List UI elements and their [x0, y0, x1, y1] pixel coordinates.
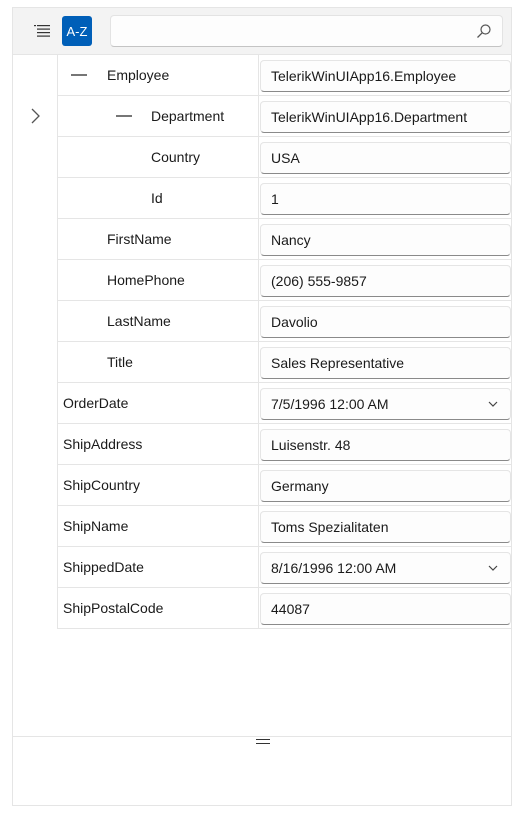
alphabetical-sort-button[interactable]: A-Z [62, 16, 92, 46]
property-name: LastName [107, 313, 171, 329]
property-value-field[interactable]: USA [260, 142, 511, 174]
column-divider [258, 96, 259, 136]
property-value: TelerikWinUIApp16.Department [271, 109, 468, 125]
property-row[interactable]: Title Sales Representative [57, 342, 511, 383]
property-value-field[interactable]: Sales Representative [260, 347, 511, 379]
column-divider [258, 219, 259, 259]
categorized-list-icon [34, 25, 50, 37]
property-value: Nancy [271, 232, 311, 248]
property-row[interactable]: FirstName Nancy [57, 219, 511, 260]
column-divider [258, 465, 259, 505]
property-name: OrderDate [63, 395, 129, 411]
search-input[interactable] [111, 16, 461, 46]
column-divider [258, 342, 259, 382]
column-divider [258, 178, 259, 218]
property-name: Id [151, 190, 163, 206]
chevron-down-icon[interactable] [488, 563, 498, 573]
property-value-field[interactable]: Nancy [260, 224, 511, 256]
property-name: ShipName [63, 518, 129, 534]
column-divider [258, 424, 259, 464]
property-name: ShipCountry [63, 477, 141, 493]
chevron-right-icon[interactable] [29, 107, 41, 125]
property-row[interactable]: ShipCountry Germany [57, 465, 511, 506]
property-rows: Employee TelerikWinUIApp16.Employee Depart… [57, 55, 511, 629]
property-name: ShipAddress [63, 436, 143, 452]
property-value-field[interactable]: TelerikWinUIApp16.Department [260, 101, 511, 133]
description-panel [13, 737, 511, 805]
property-value-field[interactable]: (206) 555-9857 [260, 265, 511, 297]
property-name: FirstName [107, 231, 172, 247]
column-divider [258, 301, 259, 341]
search-icon[interactable] [476, 23, 492, 39]
property-name: Country [151, 149, 201, 165]
collapse-icon[interactable] [71, 74, 87, 76]
property-value-field[interactable]: Toms Spezialitaten [260, 511, 511, 543]
property-value: 8/16/1996 12:00 AM [271, 560, 397, 576]
property-value: Toms Spezialitaten [271, 519, 389, 535]
property-value: 44087 [271, 601, 310, 617]
property-value: 7/5/1996 12:00 AM [271, 396, 389, 412]
property-name: HomePhone [107, 272, 185, 288]
column-divider [258, 383, 259, 423]
property-row[interactable]: OrderDate 7/5/1996 12:00 AM [57, 383, 511, 424]
column-divider [258, 547, 259, 587]
property-row[interactable]: ShipPostalCode 44087 [57, 588, 511, 629]
property-value: Davolio [271, 314, 318, 330]
property-row[interactable]: Department TelerikWinUIApp16.Department [57, 96, 511, 137]
collapse-icon[interactable] [116, 115, 132, 117]
column-divider [258, 137, 259, 177]
property-name: Employee [107, 67, 170, 83]
property-name: ShippedDate [63, 559, 144, 575]
property-value: Luisenstr. 48 [271, 437, 351, 453]
property-value: Sales Representative [271, 355, 405, 371]
property-row[interactable]: LastName Davolio [57, 301, 511, 342]
categorize-button[interactable] [27, 16, 57, 46]
property-value: USA [271, 150, 300, 166]
property-value-field[interactable]: TelerikWinUIApp16.Employee [260, 60, 511, 92]
property-value-field[interactable]: Germany [260, 470, 511, 502]
property-row[interactable]: Country USA [57, 137, 511, 178]
property-value: 1 [271, 191, 279, 207]
property-value-field[interactable]: Luisenstr. 48 [260, 429, 511, 461]
property-value-field[interactable]: 1 [260, 183, 511, 215]
property-row[interactable]: ShipAddress Luisenstr. 48 [57, 424, 511, 465]
property-row[interactable]: Employee TelerikWinUIApp16.Employee [57, 55, 511, 96]
property-grid: A-Z Employee TelerikWinUIApp16.Employee De… [12, 7, 512, 806]
chevron-down-icon[interactable] [488, 399, 498, 409]
toolbar: A-Z [13, 8, 511, 55]
property-value: TelerikWinUIApp16.Employee [271, 68, 457, 84]
property-name: Department [151, 108, 225, 124]
property-date-picker[interactable]: 7/5/1996 12:00 AM [260, 388, 511, 420]
property-row[interactable]: Id 1 [57, 178, 511, 219]
row-header-gutter [13, 55, 57, 629]
property-row[interactable]: ShippedDate 8/16/1996 12:00 AM [57, 547, 511, 588]
property-name: Title [107, 354, 133, 370]
search-box[interactable] [110, 15, 503, 47]
property-date-picker[interactable]: 8/16/1996 12:00 AM [260, 552, 511, 584]
column-divider [258, 260, 259, 300]
column-divider [258, 506, 259, 546]
column-divider [258, 588, 259, 628]
property-row[interactable]: HomePhone (206) 555-9857 [57, 260, 511, 301]
property-value-field[interactable]: Davolio [260, 306, 511, 338]
property-row[interactable]: ShipName Toms Spezialitaten [57, 506, 511, 547]
property-value-field[interactable]: 44087 [260, 593, 511, 625]
column-divider [258, 55, 259, 95]
property-value: Germany [271, 478, 329, 494]
property-name: ShipPostalCode [63, 600, 164, 616]
property-value: (206) 555-9857 [271, 273, 367, 289]
